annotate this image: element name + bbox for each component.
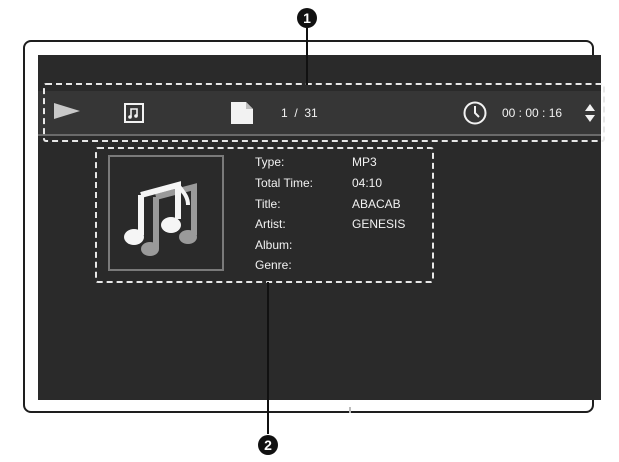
callout-leader-2 bbox=[267, 282, 269, 434]
frame-tick bbox=[349, 407, 351, 413]
callout-outline-track-info bbox=[95, 147, 434, 283]
callout-outline-info-bar bbox=[43, 83, 605, 142]
callout-number-2: 2 bbox=[258, 435, 278, 455]
callout-number-1: 1 bbox=[297, 8, 317, 28]
callout-leader-1 bbox=[306, 28, 308, 85]
